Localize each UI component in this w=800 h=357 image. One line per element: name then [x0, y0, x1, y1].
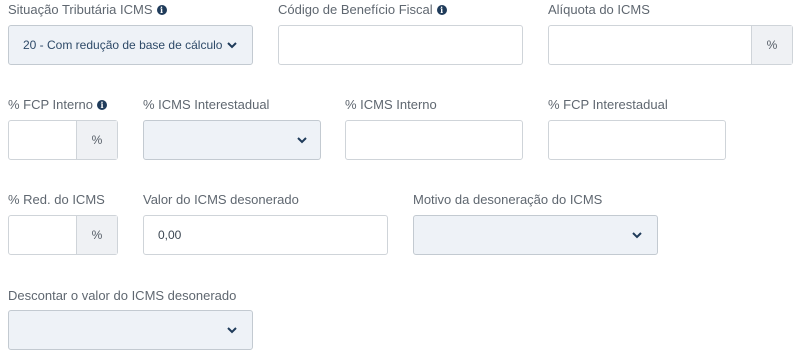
fcp-interestadual-label: % FCP Interestadual — [548, 97, 668, 112]
motivo-desoneracao-select[interactable] — [413, 215, 658, 255]
chevron-down-icon — [227, 42, 237, 49]
aliquota-icms-label: Alíquota do ICMS — [548, 2, 650, 17]
icms-interno-input[interactable] — [345, 120, 523, 160]
chevron-down-icon — [297, 137, 307, 144]
valor-desonerado-label: Valor do ICMS desonerado — [143, 192, 299, 207]
aliquota-icms-input[interactable]: % — [548, 25, 793, 65]
chevron-down-icon — [632, 232, 642, 239]
codigo-beneficio-input[interactable] — [278, 25, 523, 65]
info-icon[interactable]: i — [97, 100, 108, 110]
percent-addon: % — [76, 216, 117, 254]
info-icon[interactable]: i — [436, 5, 447, 15]
fcp-interno-input[interactable]: % — [8, 120, 118, 160]
red-icms-input[interactable]: % — [8, 215, 118, 255]
descontar-desonerado-select[interactable] — [8, 310, 253, 350]
percent-addon: % — [76, 121, 117, 159]
red-icms-label: % Red. do ICMS — [8, 192, 105, 207]
situacao-tributaria-value: 20 - Com redução de base de cálculo — [23, 38, 223, 52]
icms-interestadual-label: % ICMS Interestadual — [143, 97, 270, 112]
icms-interno-label: % ICMS Interno — [345, 97, 437, 112]
descontar-desonerado-label: Descontar o valor do ICMS desonerado — [8, 288, 237, 303]
codigo-beneficio-label: Código de Benefício Fiscal i — [278, 2, 447, 18]
percent-addon: % — [751, 26, 792, 64]
valor-desonerado-value: 0,00 — [158, 228, 182, 242]
situacao-tributaria-select[interactable]: 20 - Com redução de base de cálculo — [8, 25, 253, 65]
chevron-down-icon — [227, 327, 237, 334]
motivo-desoneracao-label: Motivo da desoneração do ICMS — [413, 192, 603, 207]
info-icon[interactable]: i — [156, 5, 167, 15]
icms-interestadual-select[interactable] — [143, 120, 321, 160]
situacao-tributaria-label: Situação Tributária ICMS i — [8, 2, 167, 18]
valor-desonerado-input[interactable]: 0,00 — [143, 215, 388, 255]
fcp-interestadual-input[interactable] — [548, 120, 726, 160]
fcp-interno-label: % FCP Interno i — [8, 97, 108, 113]
